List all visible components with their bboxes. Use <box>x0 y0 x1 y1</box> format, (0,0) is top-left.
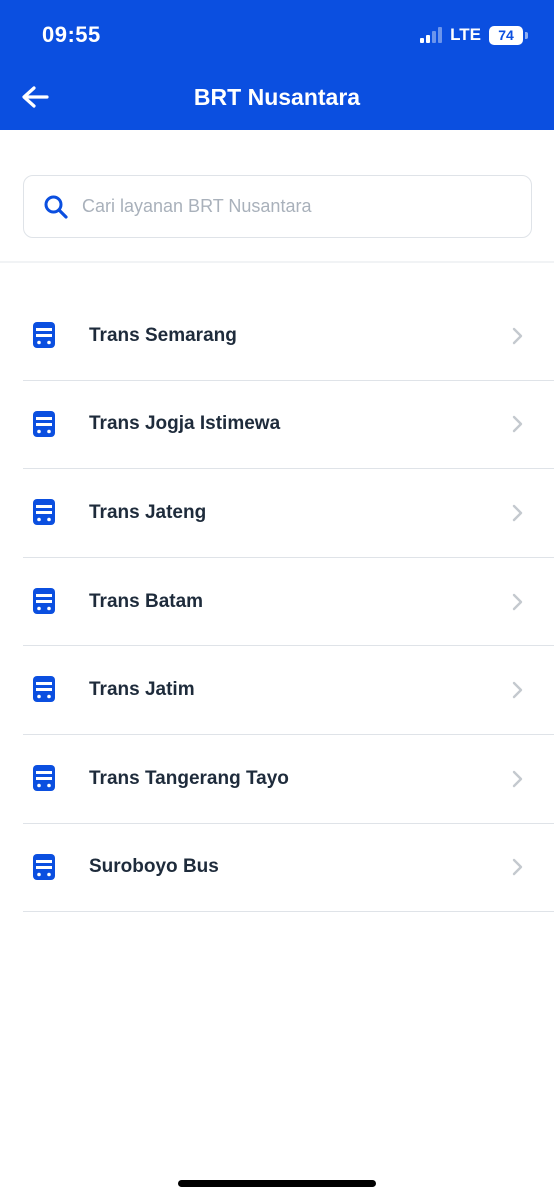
list-item-label: Trans Jatim <box>89 679 195 701</box>
list-item-label: Trans Jogja Istimewa <box>89 413 281 435</box>
bus-icon <box>33 410 55 437</box>
list-item-trans-jateng[interactable]: Trans Jateng <box>23 469 554 558</box>
network-type: LTE <box>450 25 481 44</box>
list-item-label: Trans Batam <box>89 590 204 612</box>
bus-icon <box>33 499 55 526</box>
bus-icon <box>33 587 55 614</box>
battery-level: 74 <box>498 27 514 43</box>
chevron-right-icon <box>512 593 523 610</box>
chevron-right-icon <box>512 859 523 876</box>
list-item-label: Suroboyo Bus <box>89 856 219 878</box>
battery-tip <box>525 31 528 39</box>
section-divider <box>0 261 554 263</box>
battery-icon: 74 <box>489 25 523 45</box>
search-input[interactable] <box>82 196 502 217</box>
status-indicators: LTE 74 <box>420 24 528 46</box>
list-item-trans-semarang[interactable]: Trans Semarang <box>23 292 554 381</box>
chevron-right-icon <box>512 416 523 433</box>
list-item-label: Trans Tangerang Tayo <box>89 767 289 789</box>
search-bar[interactable] <box>23 175 532 238</box>
service-list: Trans Semarang Trans Jogja Istimewa Tran… <box>23 292 554 913</box>
status-time: 09:55 <box>42 22 101 47</box>
list-item-label: Trans Semarang <box>89 324 237 346</box>
page-title: BRT Nusantara <box>193 84 361 110</box>
home-indicator[interactable] <box>178 1180 376 1187</box>
chevron-right-icon <box>512 770 523 787</box>
list-item-trans-tangerang-tayo[interactable]: Trans Tangerang Tayo <box>23 735 554 824</box>
list-item-trans-batam[interactable]: Trans Batam <box>23 558 554 647</box>
list-item-trans-jatim[interactable]: Trans Jatim <box>23 646 554 735</box>
signal-icon <box>420 27 443 43</box>
list-item-label: Trans Jateng <box>89 501 207 523</box>
chevron-right-icon <box>512 327 523 344</box>
chevron-right-icon <box>512 504 523 522</box>
bus-icon <box>33 676 55 703</box>
list-item-trans-jogja-istimewa[interactable]: Trans Jogja Istimewa <box>23 381 554 470</box>
search-icon <box>44 195 68 219</box>
chevron-right-icon <box>512 681 523 699</box>
app-header: 09:55 LTE 74 BRT Nusantara <box>0 0 554 130</box>
bus-icon <box>33 853 55 880</box>
bus-icon <box>33 322 55 348</box>
bus-icon <box>33 764 55 791</box>
list-item-suroboyo-bus[interactable]: Suroboyo Bus <box>23 824 554 913</box>
